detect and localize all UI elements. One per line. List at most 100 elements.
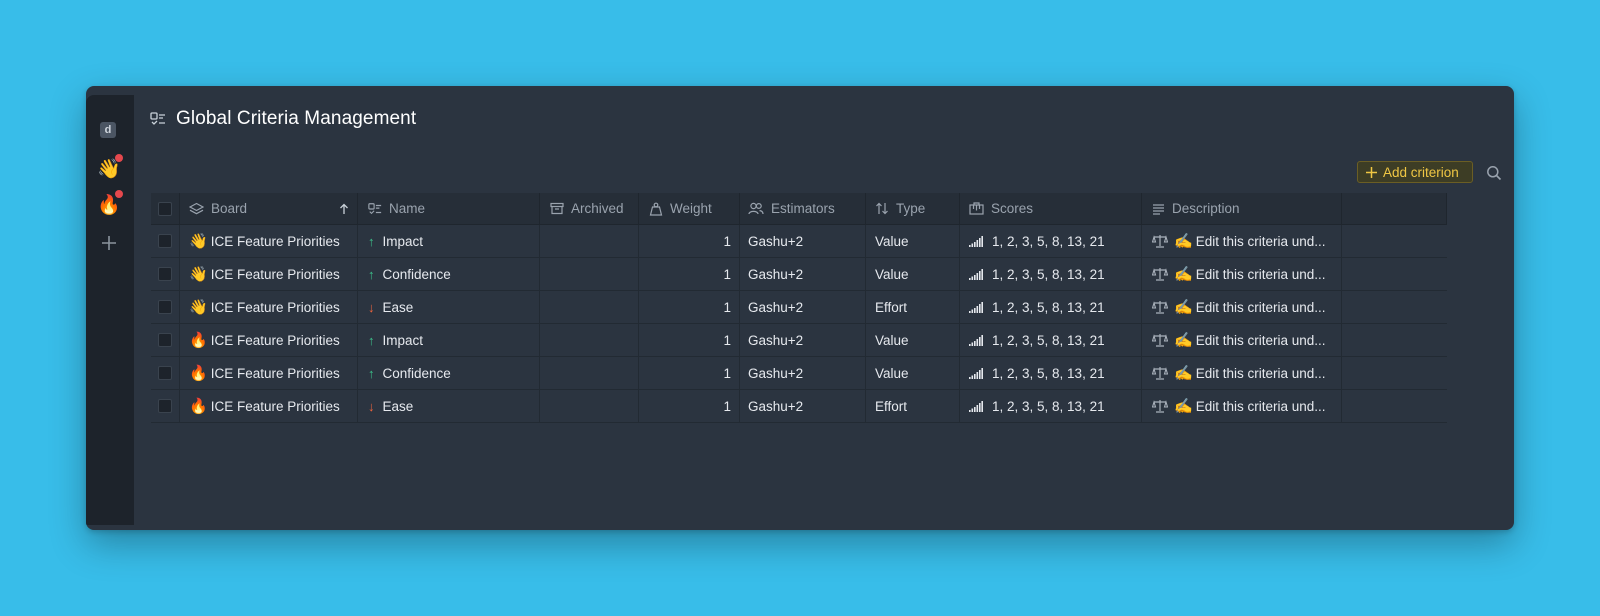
row-checkbox[interactable] <box>158 399 172 413</box>
scales-icon <box>1152 334 1168 347</box>
writing-hand-emoji: ✍️ <box>1174 331 1193 349</box>
table-row[interactable]: 👋 ICE Feature Priorities ↓ Ease 1 Gashu+… <box>151 291 1447 324</box>
board-cell[interactable]: 👋 ICE Feature Priorities <box>180 258 358 290</box>
row-checkbox[interactable] <box>158 333 172 347</box>
board-emoji: 🔥 <box>189 364 208 382</box>
estimators-cell[interactable]: Gashu+2 <box>740 291 866 323</box>
archived-cell[interactable] <box>540 390 639 422</box>
column-header-description[interactable]: Description <box>1142 193 1342 224</box>
select-all-checkbox[interactable] <box>158 201 172 216</box>
table-row[interactable]: 👋 ICE Feature Priorities ↑ Confidence 1 … <box>151 258 1447 291</box>
row-checkbox[interactable] <box>158 366 172 380</box>
scores-cell[interactable]: 1, 2, 3, 5, 8, 13, 21 <box>960 357 1142 389</box>
row-checkbox[interactable] <box>158 267 172 281</box>
description-cell[interactable]: ✍️ Edit this criteria und... <box>1142 258 1342 290</box>
name-cell[interactable]: ↑ Impact <box>358 324 540 356</box>
row-select-cell[interactable] <box>151 357 180 389</box>
scores-cell[interactable]: 1, 2, 3, 5, 8, 13, 21 <box>960 291 1142 323</box>
column-header-type[interactable]: Type <box>866 193 960 224</box>
archived-cell[interactable] <box>540 291 639 323</box>
row-select-cell[interactable] <box>151 258 180 290</box>
name-cell[interactable]: ↓ Ease <box>358 291 540 323</box>
search-button[interactable] <box>1486 165 1502 181</box>
row-select-cell[interactable] <box>151 324 180 356</box>
scores-cell[interactable]: 1, 2, 3, 5, 8, 13, 21 <box>960 225 1142 257</box>
estimators-cell[interactable]: Gashu+2 <box>740 357 866 389</box>
description-value: Edit this criteria und... <box>1195 299 1326 315</box>
column-header-archived[interactable]: Archived <box>540 193 639 224</box>
weight-cell[interactable]: 1 <box>639 291 740 323</box>
add-board-button[interactable] <box>99 233 119 253</box>
estimators-cell[interactable]: Gashu+2 <box>740 390 866 422</box>
description-cell[interactable]: ✍️ Edit this criteria und... <box>1142 390 1342 422</box>
weight-cell[interactable]: 1 <box>639 258 740 290</box>
estimators-cell[interactable]: Gashu+2 <box>740 225 866 257</box>
column-header-scores[interactable]: Scores <box>960 193 1142 224</box>
weight-value: 1 <box>723 332 731 348</box>
type-cell[interactable]: Value <box>866 324 960 356</box>
board-cell[interactable]: 👋 ICE Feature Priorities <box>180 291 358 323</box>
table-row[interactable]: 🔥 ICE Feature Priorities ↑ Confidence 1 … <box>151 357 1447 390</box>
row-checkbox[interactable] <box>158 300 172 314</box>
type-cell[interactable]: Effort <box>866 291 960 323</box>
description-cell[interactable]: ✍️ Edit this criteria und... <box>1142 324 1342 356</box>
add-criterion-button[interactable]: Add criterion <box>1357 161 1473 183</box>
sidebar-board-1[interactable]: 👋 <box>97 154 123 181</box>
type-value: Value <box>875 266 909 282</box>
weight-cell[interactable]: 1 <box>639 324 740 356</box>
row-select-cell[interactable] <box>151 390 180 422</box>
column-header-estimators[interactable]: Estimators <box>740 193 866 224</box>
description-cell[interactable]: ✍️ Edit this criteria und... <box>1142 291 1342 323</box>
sort-arrows-icon <box>876 202 888 215</box>
scores-cell[interactable]: 1, 2, 3, 5, 8, 13, 21 <box>960 390 1142 422</box>
name-cell[interactable]: ↓ Ease <box>358 390 540 422</box>
description-cell[interactable]: ✍️ Edit this criteria und... <box>1142 357 1342 389</box>
column-label: Description <box>1172 201 1240 216</box>
archived-cell[interactable] <box>540 225 639 257</box>
archived-cell[interactable] <box>540 324 639 356</box>
row-checkbox[interactable] <box>158 234 172 248</box>
board-emoji: 👋 <box>189 265 208 283</box>
table-row[interactable]: 👋 ICE Feature Priorities ↑ Impact 1 Gash… <box>151 225 1447 258</box>
column-header-board[interactable]: Board <box>180 193 358 224</box>
weight-cell[interactable]: 1 <box>639 390 740 422</box>
type-value: Effort <box>875 299 908 315</box>
row-select-cell[interactable] <box>151 291 180 323</box>
scores-cell[interactable]: 1, 2, 3, 5, 8, 13, 21 <box>960 258 1142 290</box>
table-row[interactable]: 🔥 ICE Feature Priorities ↑ Impact 1 Gash… <box>151 324 1447 357</box>
type-value: Value <box>875 233 909 249</box>
sidebar-board-2[interactable]: 🔥 <box>97 190 123 217</box>
weight-cell[interactable]: 1 <box>639 357 740 389</box>
board-cell[interactable]: 🔥 ICE Feature Priorities <box>180 324 358 356</box>
name-cell[interactable]: ↑ Confidence <box>358 357 540 389</box>
description-cell[interactable]: ✍️ Edit this criteria und... <box>1142 225 1342 257</box>
type-cell[interactable]: Value <box>866 258 960 290</box>
writing-hand-emoji: ✍️ <box>1174 397 1193 415</box>
row-filler <box>1342 357 1447 389</box>
scores-cell[interactable]: 1, 2, 3, 5, 8, 13, 21 <box>960 324 1142 356</box>
arrow-up-icon[interactable] <box>339 203 349 215</box>
column-header-weight[interactable]: Weight <box>639 193 740 224</box>
column-header-name[interactable]: Name <box>358 193 540 224</box>
type-cell[interactable]: Value <box>866 225 960 257</box>
estimators-cell[interactable]: Gashu+2 <box>740 258 866 290</box>
workspace-logo[interactable]: d <box>100 122 116 138</box>
type-cell[interactable]: Effort <box>866 390 960 422</box>
name-cell[interactable]: ↑ Impact <box>358 225 540 257</box>
archived-cell[interactable] <box>540 258 639 290</box>
board-cell[interactable]: 🔥 ICE Feature Priorities <box>180 390 358 422</box>
weight-cell[interactable]: 1 <box>639 225 740 257</box>
column-label: Archived <box>571 201 624 216</box>
estimators-cell[interactable]: Gashu+2 <box>740 324 866 356</box>
type-cell[interactable]: Value <box>866 357 960 389</box>
arrow-down-icon: ↓ <box>368 398 375 414</box>
name-cell[interactable]: ↑ Confidence <box>358 258 540 290</box>
scores-value: 1, 2, 3, 5, 8, 13, 21 <box>992 266 1105 282</box>
criteria-icon <box>368 202 382 214</box>
board-cell[interactable]: 🔥 ICE Feature Priorities <box>180 357 358 389</box>
archived-cell[interactable] <box>540 357 639 389</box>
board-cell[interactable]: 👋 ICE Feature Priorities <box>180 225 358 257</box>
header-select-all[interactable] <box>151 193 180 224</box>
table-row[interactable]: 🔥 ICE Feature Priorities ↓ Ease 1 Gashu+… <box>151 390 1447 423</box>
row-select-cell[interactable] <box>151 225 180 257</box>
